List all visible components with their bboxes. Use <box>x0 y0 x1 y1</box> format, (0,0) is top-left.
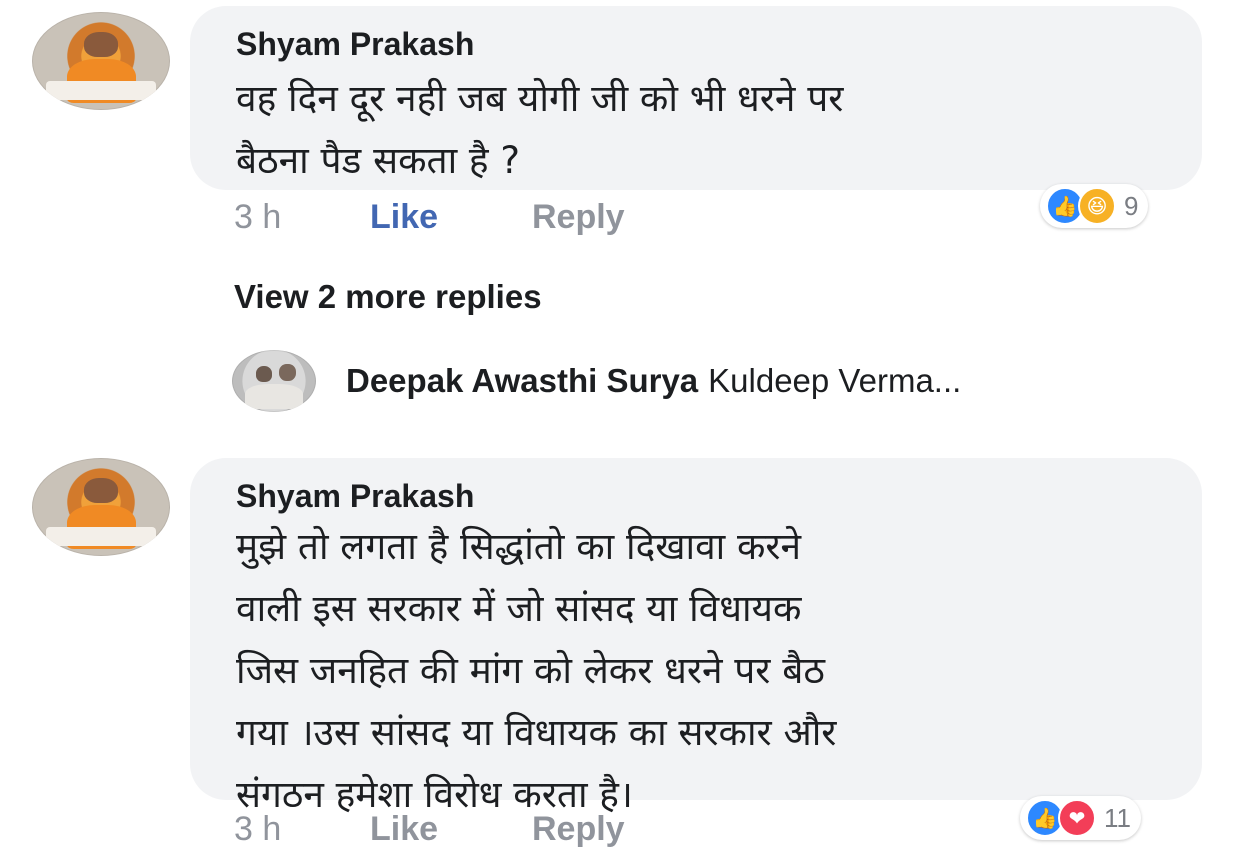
avatar-desk <box>45 80 157 101</box>
avatar[interactable] <box>32 458 170 556</box>
comment-text: वह दिन दूर नही जब योगी जी को भी धरने पर … <box>236 68 843 192</box>
comment-line: वाली इस सरकार में जो सांसद या विधायक <box>236 587 802 630</box>
comment-line: बैठना पैड सकता है ? <box>236 139 520 182</box>
haha-icon: 😆 <box>1078 187 1116 225</box>
latest-reply-preview[interactable]: Deepak Awasthi Surya Kuldeep Verma... <box>346 362 961 400</box>
comment-text: मुझे तो लगता है सिद्धांतो का दिखावा करने… <box>236 516 836 826</box>
comment-line: वह दिन दूर नही जब योगी जी को भी धरने पर <box>236 77 844 120</box>
reaction-count: 9 <box>1124 190 1139 221</box>
like-button[interactable]: Like <box>370 810 438 849</box>
reply-button[interactable]: Reply <box>532 810 625 849</box>
avatar-body <box>244 384 304 409</box>
comment-timestamp[interactable]: 3 h <box>234 198 281 237</box>
reply-author[interactable]: Deepak Awasthi Surya <box>346 362 698 399</box>
avatar-face <box>84 31 118 58</box>
like-button[interactable]: Like <box>370 198 438 237</box>
reply-avatar[interactable] <box>232 350 316 412</box>
avatar-face <box>255 366 273 383</box>
comment-line: जिस जनहित की मांग को लेकर धरने पर बैठ <box>236 649 825 692</box>
comment-author[interactable]: Shyam Prakash <box>236 478 474 515</box>
reaction-count: 11 <box>1104 802 1131 833</box>
reactions-summary[interactable]: 👍 ❤ 11 <box>1020 796 1141 840</box>
love-icon: ❤ <box>1058 799 1096 837</box>
avatar[interactable] <box>32 12 170 110</box>
comment-timestamp[interactable]: 3 h <box>234 810 281 849</box>
comment-author[interactable]: Shyam Prakash <box>236 26 474 63</box>
reply-text: Kuldeep Verma... <box>708 362 962 399</box>
avatar-face <box>279 363 296 381</box>
view-more-replies-link[interactable]: View 2 more replies <box>234 278 542 316</box>
reactions-summary[interactable]: 👍 😆 9 <box>1040 184 1149 228</box>
reply-button[interactable]: Reply <box>532 198 625 237</box>
avatar-desk <box>45 526 157 547</box>
comment-line: मुझे तो लगता है सिद्धांतो का दिखावा करने <box>236 525 802 568</box>
comment-line: गया ।उस सांसद या विधायक का सरकार और <box>236 711 837 754</box>
avatar-face <box>84 477 118 504</box>
